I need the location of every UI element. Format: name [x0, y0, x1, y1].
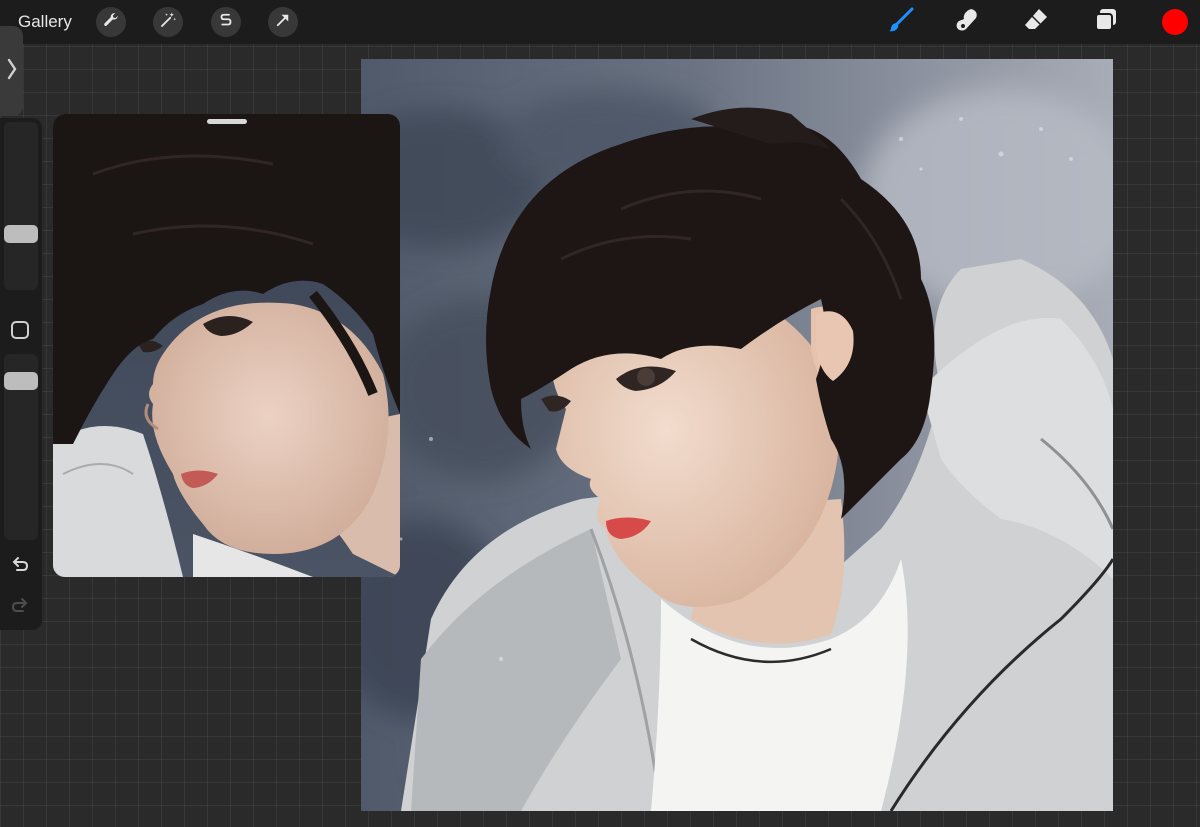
magic-wand-icon: [159, 11, 177, 34]
smudge-icon: [954, 7, 980, 38]
undo-button[interactable]: [9, 555, 31, 577]
opacity-thumb[interactable]: [4, 372, 38, 390]
redo-icon: [10, 595, 30, 620]
top-toolbar: Gallery: [0, 0, 1200, 44]
smudge-tool[interactable]: [953, 8, 981, 36]
color-picker-button[interactable]: [1162, 9, 1188, 35]
gallery-button[interactable]: Gallery: [18, 11, 72, 33]
sidebar: [0, 118, 42, 630]
painting-artwork: [361, 59, 1113, 811]
brush-icon: [888, 7, 914, 38]
eraser-tool[interactable]: [1022, 8, 1050, 36]
wrench-icon: [102, 11, 120, 34]
chevron-right-icon: [6, 57, 18, 86]
brush-size-slider[interactable]: [4, 122, 38, 290]
layers-tool[interactable]: [1092, 8, 1120, 36]
reference-drag-handle[interactable]: [207, 119, 247, 124]
transform-button[interactable]: [268, 7, 298, 37]
redo-button[interactable]: [9, 596, 31, 618]
drawing-canvas[interactable]: [361, 59, 1113, 811]
selection-icon: [217, 11, 235, 34]
modify-button[interactable]: [11, 321, 29, 339]
layers-icon: [1093, 7, 1119, 38]
reference-photo: [53, 114, 400, 577]
brush-tool[interactable]: [887, 7, 915, 38]
selection-button[interactable]: [211, 7, 241, 37]
undo-icon: [10, 554, 30, 579]
sidebar-toggle[interactable]: [0, 26, 23, 116]
adjustments-button[interactable]: [153, 7, 183, 37]
actions-button[interactable]: [96, 7, 126, 37]
eraser-icon: [1023, 7, 1049, 38]
brush-size-thumb[interactable]: [4, 225, 38, 243]
reference-window[interactable]: [53, 114, 400, 577]
transform-arrow-icon: [274, 11, 292, 34]
